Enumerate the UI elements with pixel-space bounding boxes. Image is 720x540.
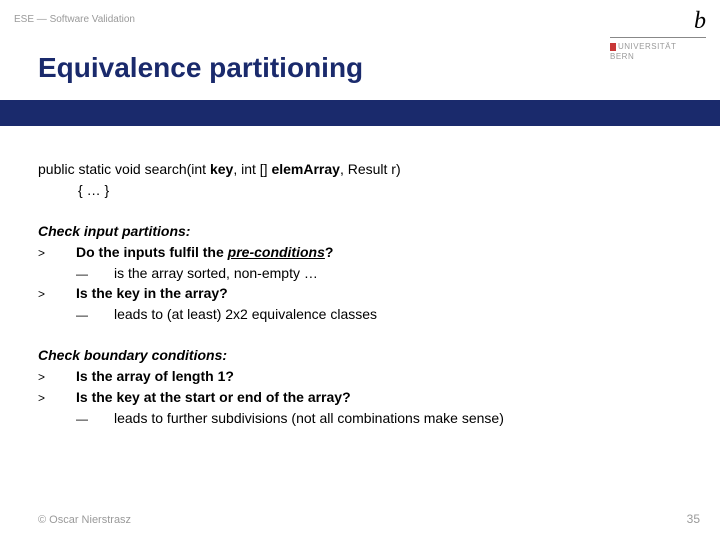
angle-icon: > <box>38 390 76 406</box>
logo-red-box-icon <box>610 43 616 51</box>
section1-bullet2: > Is the key in the array? <box>38 284 682 303</box>
angle-icon: > <box>38 245 76 261</box>
footer-copyright: © Oscar Nierstrasz <box>38 514 131 526</box>
section1-heading: Check input partitions: <box>38 222 682 241</box>
angle-icon: > <box>38 369 76 385</box>
blue-divider-bar <box>0 100 720 126</box>
code-body: { … } <box>38 181 682 200</box>
title-block: Equivalence partitioning <box>0 40 582 98</box>
section2-bullet1: > Is the array of length 1? <box>38 367 682 386</box>
section1-bullet1: > Do the inputs fulfil the pre-condition… <box>38 243 682 262</box>
logo-b: b <box>610 8 710 38</box>
logo-university-text: UNIVERSITÄT BERN <box>610 42 710 61</box>
dash-icon: — <box>38 307 114 323</box>
code-signature: public static void search(int key, int [… <box>38 160 682 179</box>
section2-bullet2: > Is the key at the start or end of the … <box>38 388 682 407</box>
main-content: public static void search(int key, int [… <box>38 160 682 430</box>
dash-icon: — <box>38 411 114 427</box>
section1-dash2: — leads to (at least) 2x2 equivalence cl… <box>38 305 682 324</box>
university-logo: b UNIVERSITÄT BERN <box>610 8 710 98</box>
dash-icon: — <box>38 266 114 282</box>
section1-dash1: — is the array sorted, non-empty … <box>38 264 682 283</box>
section2-heading: Check boundary conditions: <box>38 346 682 365</box>
page-number: 35 <box>687 512 700 526</box>
page-title: Equivalence partitioning <box>38 52 582 84</box>
angle-icon: > <box>38 286 76 302</box>
section2-dash1: — leads to further subdivisions (not all… <box>38 409 682 428</box>
course-header: ESE — Software Validation <box>14 14 135 25</box>
